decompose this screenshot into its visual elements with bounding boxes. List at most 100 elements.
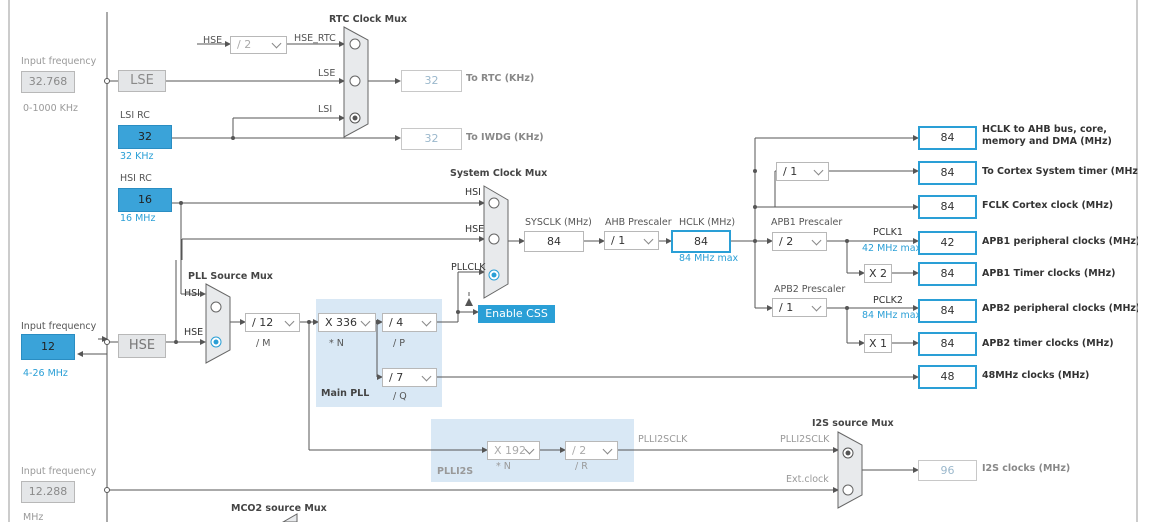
plli2s-n-label: * N bbox=[496, 461, 511, 472]
lsi-rc-title: LSI RC bbox=[120, 110, 150, 121]
usb48-label: 48MHz clocks (MHz) bbox=[982, 370, 1090, 381]
apb1-prescaler-label: APB1 Prescaler bbox=[771, 217, 843, 228]
plli2sclk-out-label: PLLI2SCLK bbox=[638, 434, 688, 445]
i2s-output-value[interactable]: 96 bbox=[918, 460, 977, 481]
hclk-ahb-label-line1: HCLK to AHB bus, core, bbox=[982, 124, 1107, 135]
pllmux-hse-label: HSE bbox=[184, 327, 204, 338]
ext-input-field[interactable]: 12.288 bbox=[21, 481, 75, 503]
sysclk-value[interactable]: 84 bbox=[524, 231, 584, 252]
plli2s-r-label: / R bbox=[575, 461, 588, 472]
apb2-timer-multiplier: X 1 bbox=[864, 334, 892, 353]
apb1-timer-value[interactable]: 84 bbox=[918, 262, 977, 286]
chevron-down-icon bbox=[271, 38, 282, 49]
right-edge bbox=[1138, 0, 1150, 522]
apb2-periph-value[interactable]: 84 bbox=[918, 299, 977, 323]
lse-input-field[interactable]: 32.768 bbox=[21, 71, 75, 93]
cortex-divider-select[interactable]: / 1 bbox=[776, 162, 829, 181]
hse-input-field[interactable]: 12 bbox=[21, 334, 75, 360]
apb2-prescaler-label: APB2 Prescaler bbox=[774, 284, 846, 295]
chevron-down-icon bbox=[421, 316, 432, 326]
iwdg-output-label: To IWDG (KHz) bbox=[466, 132, 544, 143]
sysclk-caption: SYSCLK (MHz) bbox=[525, 217, 592, 228]
pclk2-label: PCLK2 bbox=[873, 295, 903, 306]
plli2s-label: PLLI2S bbox=[437, 466, 474, 477]
enable-css-button[interactable]: Enable CSS bbox=[478, 305, 555, 323]
sysclk-mux-title: System Clock Mux bbox=[450, 168, 548, 179]
pll-m-select[interactable]: / 12 bbox=[245, 313, 300, 332]
ext-input-caption: Input frequency bbox=[21, 466, 97, 477]
cortex-timer-value[interactable]: 84 bbox=[918, 161, 977, 185]
rtc-lse-label: LSE bbox=[318, 68, 336, 79]
pll-q-label: / Q bbox=[393, 391, 407, 402]
hclk-value[interactable]: 84 bbox=[671, 230, 731, 253]
rtc-hse-label: HSE bbox=[203, 35, 223, 46]
i2s-output-label: I2S clocks (MHz) bbox=[982, 463, 1071, 474]
hclk-max-label: 84 MHz max bbox=[679, 253, 739, 264]
pclk2-max-label: 84 MHz max bbox=[862, 310, 922, 321]
usb48-value[interactable]: 48 bbox=[918, 365, 977, 389]
pll-n-select[interactable]: X 336 bbox=[318, 313, 376, 332]
pll-m-label: / M bbox=[256, 338, 271, 349]
apb2-timer-label: APB2 timer clocks (MHz) bbox=[982, 338, 1114, 349]
chevron-down-icon bbox=[284, 316, 295, 326]
lse-input-caption: Input frequency bbox=[21, 56, 97, 67]
iwdg-output-value[interactable]: 32 bbox=[401, 128, 462, 150]
pclk1-max-label: 42 MHz max bbox=[862, 243, 922, 254]
apb1-periph-value[interactable]: 42 bbox=[918, 231, 977, 255]
hse-block[interactable]: HSE bbox=[118, 334, 166, 358]
lsi-freq-label: 32 KHz bbox=[120, 151, 154, 162]
pll-p-select[interactable]: / 4 bbox=[382, 313, 437, 332]
rtc-lsi-label: LSI bbox=[318, 104, 333, 115]
cortex-timer-label: To Cortex System timer (MHz) bbox=[982, 166, 1143, 177]
pll-source-mux-title: PLL Source Mux bbox=[188, 271, 273, 282]
hsi-freq-label: 16 MHz bbox=[120, 213, 156, 224]
ahb-prescaler-select[interactable]: / 1 bbox=[604, 231, 659, 250]
chevron-down-icon bbox=[813, 165, 824, 175]
hclk-ahb-value[interactable]: 84 bbox=[918, 126, 977, 150]
apb1-prescaler-select[interactable]: / 2 bbox=[772, 232, 827, 251]
lsi-rc-block[interactable]: 32 bbox=[118, 125, 172, 149]
apb2-periph-label: APB2 peripheral clocks (MHz) bbox=[982, 303, 1141, 314]
lse-block[interactable]: LSE bbox=[118, 70, 166, 92]
hsi-rc-block[interactable]: 16 bbox=[118, 188, 172, 212]
pclk1-label: PCLK1 bbox=[873, 227, 903, 238]
chevron-down-icon bbox=[360, 316, 371, 326]
lse-range-label: 0-1000 KHz bbox=[23, 103, 79, 114]
i2s-mux-shape bbox=[837, 431, 863, 509]
apb2-prescaler-select[interactable]: / 1 bbox=[772, 298, 827, 317]
i2smux-plli2sclk-label: PLLI2SCLK bbox=[780, 434, 830, 445]
rtc-output-label: To RTC (KHz) bbox=[466, 73, 535, 84]
rtc-hse-divider-select[interactable]: / 2 bbox=[230, 36, 287, 54]
sysmux-hsi-label: HSI bbox=[465, 187, 481, 198]
main-pll-label: Main PLL bbox=[321, 388, 370, 399]
sysmux-pllclk-label: PLLCLK bbox=[451, 262, 486, 273]
chevron-down-icon bbox=[524, 444, 535, 454]
apb2-timer-value[interactable]: 84 bbox=[918, 332, 977, 356]
fclk-label: FCLK Cortex clock (MHz) bbox=[982, 200, 1114, 211]
rtc-mux-title: RTC Clock Mux bbox=[329, 14, 408, 25]
rtc-hse-rtc-label: HSE_RTC bbox=[294, 33, 336, 44]
hclk-caption: HCLK (MHz) bbox=[679, 217, 736, 228]
pll-n-label: * N bbox=[329, 338, 344, 349]
chevron-down-icon bbox=[643, 234, 654, 244]
rtc-output-value[interactable]: 32 bbox=[401, 70, 462, 92]
i2s-mux-title: I2S source Mux bbox=[812, 418, 894, 429]
chevron-down-icon bbox=[811, 235, 822, 245]
mco2-mux-title: MCO2 source Mux bbox=[231, 503, 327, 514]
chevron-down-icon bbox=[602, 444, 613, 454]
hsi-rc-title: HSI RC bbox=[120, 173, 152, 184]
fclk-value[interactable]: 84 bbox=[918, 195, 977, 219]
hse-input-caption: Input frequency bbox=[21, 321, 97, 332]
pll-source-mux-shape bbox=[205, 283, 231, 364]
apb1-timer-multiplier: X 2 bbox=[864, 264, 892, 283]
pllmux-hsi-label: HSI bbox=[184, 288, 200, 299]
pll-q-select[interactable]: / 7 bbox=[382, 368, 437, 387]
sysmux-hse-label: HSE bbox=[465, 224, 485, 235]
i2smux-ext-label: Ext.clock bbox=[786, 474, 829, 485]
ext-unit-label: MHz bbox=[23, 512, 44, 523]
hse-range-label: 4-26 MHz bbox=[23, 368, 68, 379]
plli2s-r-select[interactable]: / 2 bbox=[565, 441, 618, 460]
apb1-timer-label: APB1 Timer clocks (MHz) bbox=[982, 268, 1116, 279]
plli2s-n-select[interactable]: X 192 bbox=[487, 441, 540, 460]
apb1-periph-label: APB1 peripheral clocks (MHz) bbox=[982, 236, 1141, 247]
